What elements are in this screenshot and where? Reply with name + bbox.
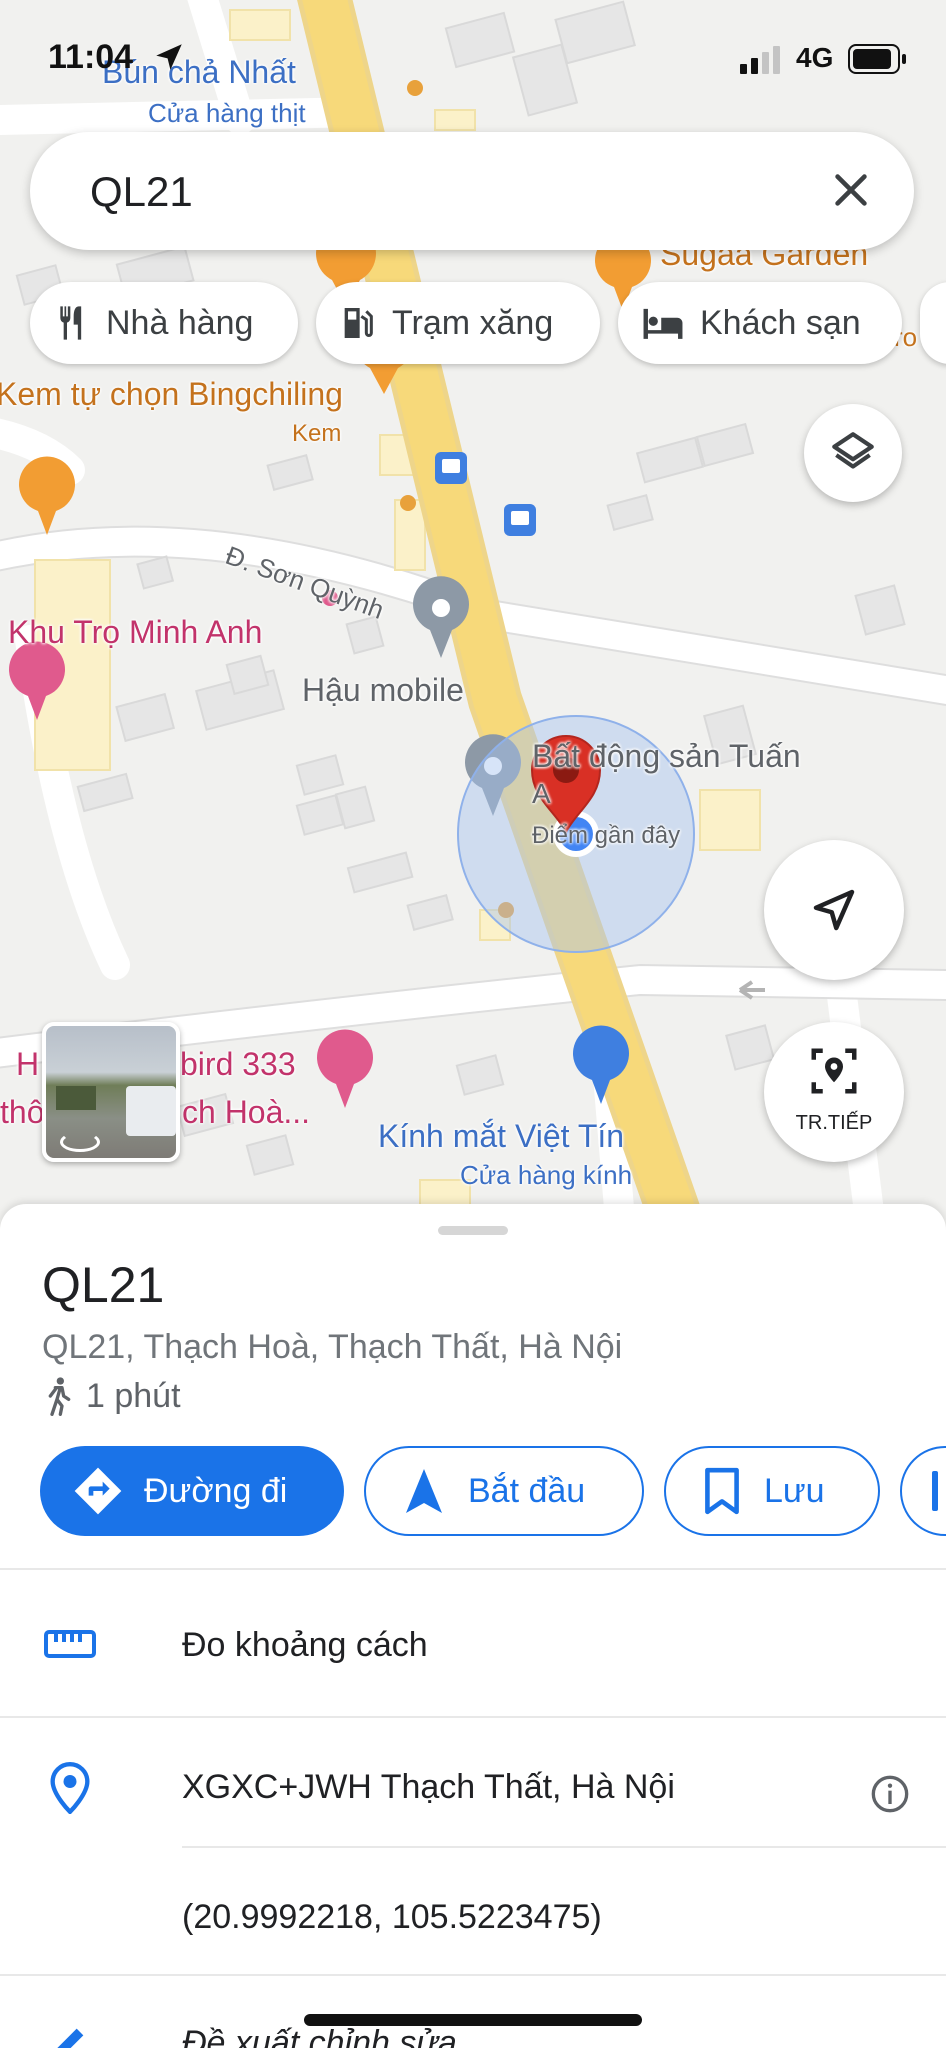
status-bar: 11:04 4G xyxy=(0,0,946,120)
map-label[interactable]: Kem tự chọn Bingchiling xyxy=(0,376,343,413)
chip-gas-stations[interactable]: Trạm xăng xyxy=(316,282,600,364)
bookmark-icon xyxy=(705,1467,739,1515)
layers-icon xyxy=(832,432,874,469)
navigation-icon xyxy=(406,1469,442,1513)
save-button[interactable]: Lưu xyxy=(664,1446,880,1536)
map-label[interactable]: Hậu mobile xyxy=(302,672,464,709)
navigation-arrow-icon xyxy=(813,889,855,931)
network-type: 4G xyxy=(796,42,834,73)
drag-handle[interactable] xyxy=(438,1226,508,1235)
live-view-button[interactable]: TR.TIẾP xyxy=(764,1022,904,1162)
search-query[interactable]: QL21 xyxy=(90,168,193,216)
map-label[interactable]: Bất động sản Tuấn xyxy=(532,738,801,775)
measure-distance-label: Đo khoảng cách xyxy=(182,1626,428,1664)
map-label[interactable]: bird 333 xyxy=(180,1046,296,1083)
walk-time-text: 1 phút xyxy=(86,1376,181,1415)
location-arrow-icon xyxy=(156,44,182,70)
start-label: Bắt đầu xyxy=(468,1471,586,1510)
map-label[interactable]: H xyxy=(16,1046,39,1083)
measure-distance-row[interactable]: Đo khoảng cách xyxy=(0,1570,946,1718)
edit-pencil-icon xyxy=(57,2028,84,2048)
more-actions-button[interactable] xyxy=(900,1446,946,1536)
map-label: Điểm gần đây xyxy=(532,822,681,849)
chip-label: Nhà hàng xyxy=(106,303,254,342)
coordinates-row[interactable]: (20.9992218, 105.5223475) xyxy=(0,1848,946,1974)
info-icon[interactable] xyxy=(870,1774,910,1814)
close-icon[interactable] xyxy=(828,167,874,213)
suggest-edit-row[interactable]: Đề xuất chỉnh sửa xyxy=(0,1976,946,2048)
live-view-label: TR.TIẾP xyxy=(795,1112,873,1134)
location-pin-icon xyxy=(50,1762,90,1814)
live-view-icon xyxy=(811,1048,857,1094)
layers-button[interactable] xyxy=(804,404,902,502)
plus-code-row[interactable]: XGXC+JWH Thạch Thất, Hà Nội xyxy=(0,1718,946,1846)
chip-label: Khách sạn xyxy=(700,303,861,342)
save-label: Lưu xyxy=(764,1471,825,1510)
place-address: QL21, Thạch Hoà, Thạch Thất, Hà Nội xyxy=(42,1328,623,1366)
my-location-button[interactable] xyxy=(764,840,904,980)
directions-label: Đường đi xyxy=(144,1471,288,1510)
home-indicator xyxy=(304,2014,642,2026)
map-label: A xyxy=(532,778,551,809)
map-label: Kem xyxy=(292,420,342,447)
map-label: Cửa hàng kính xyxy=(460,1160,633,1190)
suggest-edit-label: Đề xuất chỉnh sửa xyxy=(182,2024,457,2048)
status-time: 11:04 xyxy=(48,38,134,76)
battery-icon xyxy=(848,44,906,74)
chip-hotels[interactable]: Khách sạn xyxy=(618,282,902,364)
map-label[interactable]: Kính mắt Việt Tín xyxy=(378,1118,624,1155)
map-label[interactable]: Khu Trọ Minh Anh xyxy=(8,614,262,651)
walking-icon xyxy=(48,1377,71,1416)
coordinates-text: (20.9992218, 105.5223475) xyxy=(182,1898,602,1936)
map-label: ch Hoà... xyxy=(182,1094,311,1130)
rotate-360-icon xyxy=(60,1132,100,1152)
street-view-thumbnail[interactable] xyxy=(42,1022,180,1162)
place-title: QL21 xyxy=(42,1257,165,1313)
map-label: thô xyxy=(0,1094,45,1130)
ruler-icon xyxy=(44,1630,96,1658)
cellular-signal-icon xyxy=(740,46,780,74)
place-details-sheet[interactable]: QL21 QL21, Thạch Hoà, Thạch Thất, Hà Nội… xyxy=(0,1204,946,2048)
gas-station-icon xyxy=(344,308,373,338)
walk-time: 1 phút xyxy=(42,1376,181,1416)
start-button[interactable]: Bắt đầu xyxy=(364,1446,644,1536)
more-icon xyxy=(932,1471,938,1511)
directions-button[interactable]: Đường đi xyxy=(40,1446,344,1536)
chip-restaurants[interactable]: Nhà hàng xyxy=(30,282,298,364)
search-bar[interactable]: QL21 xyxy=(30,132,914,250)
chip-label: Trạm xăng xyxy=(392,303,554,342)
restaurant-icon xyxy=(60,306,82,340)
directions-icon xyxy=(74,1467,122,1515)
plus-code-text: XGXC+JWH Thạch Thất, Hà Nội xyxy=(182,1768,675,1806)
hotel-icon xyxy=(643,308,683,339)
